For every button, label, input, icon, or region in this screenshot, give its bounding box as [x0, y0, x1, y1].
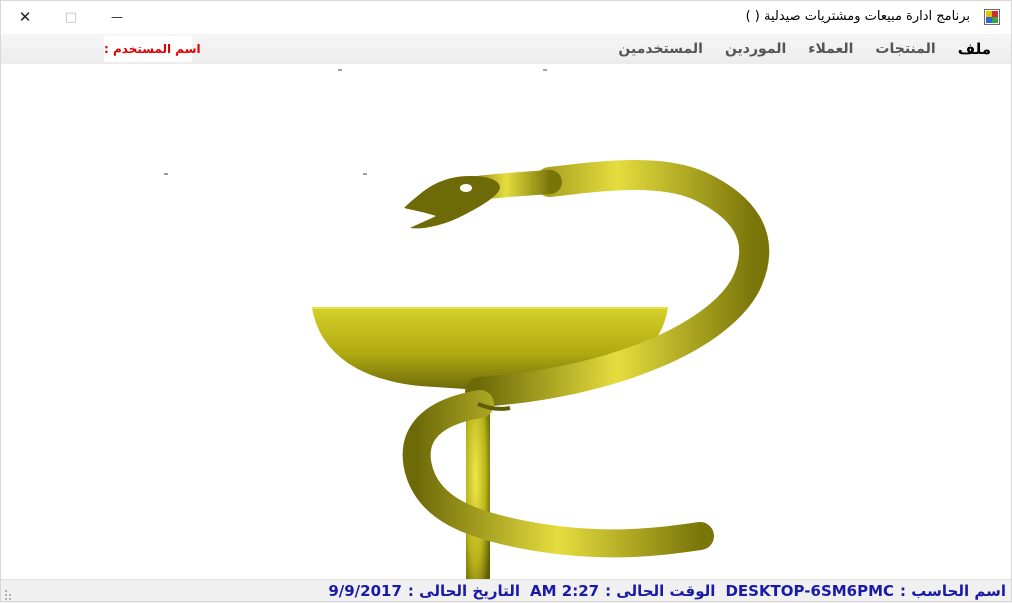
current-date-label: التاريخ الحالى :	[407, 582, 520, 600]
maximize-button[interactable]: □	[48, 0, 94, 34]
current-time-value: AM 2:27	[530, 582, 600, 600]
menu-file[interactable]: ملف	[947, 34, 1002, 64]
close-button[interactable]: ✕	[2, 0, 48, 34]
status-info: اسم الحاسب : DESKTOP-6SM6PMC الوقت الحال…	[328, 582, 1006, 600]
resize-grip-icon[interactable]	[3, 589, 15, 601]
status-date: التاريخ الحالى : 9/9/2017	[328, 582, 520, 600]
minimize-button[interactable]: —	[94, 0, 140, 34]
computer-name-label: اسم الحاسب :	[900, 582, 1006, 600]
status-time: الوقت الحالى : AM 2:27	[530, 582, 715, 600]
close-icon: ✕	[18, 8, 32, 26]
user-name-label: اسم المستخدم :	[104, 42, 201, 56]
bowl-of-hygieia-icon	[164, 69, 770, 579]
status-bar: اسم الحاسب : DESKTOP-6SM6PMC الوقت الحال…	[0, 579, 1012, 603]
current-date-value: 9/9/2017	[328, 582, 402, 600]
menu-customers[interactable]: العملاء	[797, 34, 864, 64]
menu-items: ملف المنتجات العملاء الموردين المستخدمين	[607, 34, 1002, 64]
menu-products[interactable]: المنتجات	[864, 34, 946, 64]
computer-name-value: DESKTOP-6SM6PMC	[725, 582, 895, 600]
menu-suppliers[interactable]: الموردين	[714, 34, 797, 64]
current-time-label: الوقت الحالى :	[605, 582, 716, 600]
minimize-icon: —	[111, 10, 123, 24]
main-content	[0, 64, 1012, 579]
title-bar[interactable]: ✕ □ — برنامج ادارة مبيعات ومشتريات صيدلي…	[0, 0, 1012, 34]
status-computer: اسم الحاسب : DESKTOP-6SM6PMC	[725, 582, 1006, 600]
menu-users[interactable]: المستخدمين	[607, 34, 714, 64]
main-window: ✕ □ — برنامج ادارة مبيعات ومشتريات صيدلي…	[0, 0, 1012, 603]
pharmacy-app-icon	[984, 9, 1000, 25]
maximize-icon: □	[64, 9, 78, 25]
user-name-panel: اسم المستخدم :	[104, 36, 201, 62]
window-title: برنامج ادارة مبيعات ومشتريات صيدلية ( )	[745, 9, 970, 24]
